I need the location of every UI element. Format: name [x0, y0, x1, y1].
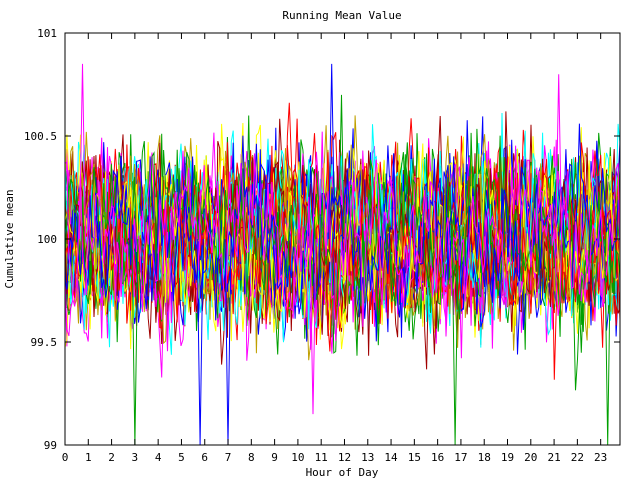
x-tick-label: 14	[384, 451, 398, 464]
x-tick-label: 6	[201, 451, 208, 464]
x-axis-label: Hour of Day	[306, 466, 379, 479]
x-tick-label: 7	[225, 451, 232, 464]
x-tick-label: 2	[108, 451, 115, 464]
chart-title: Running Mean Value	[282, 9, 401, 22]
x-tick-label: 4	[155, 451, 162, 464]
x-tick-label: 16	[431, 451, 444, 464]
x-tick-label: 19	[501, 451, 514, 464]
x-tick-label: 15	[408, 451, 421, 464]
x-tick-label: 11	[315, 451, 328, 464]
x-tick-label: 0	[62, 451, 69, 464]
y-tick-label: 100	[37, 233, 57, 246]
x-tick-label: 21	[547, 451, 560, 464]
x-tick-label: 20	[524, 451, 537, 464]
x-tick-label: 18	[478, 451, 491, 464]
x-tick-label: 17	[454, 451, 467, 464]
y-tick-label: 99	[44, 439, 57, 452]
y-tick-label: 99.5	[31, 336, 58, 349]
y-axis-label: Cumulative mean	[3, 189, 16, 288]
x-tick-label: 3	[132, 451, 139, 464]
x-tick-label: 9	[271, 451, 278, 464]
running-mean-chart: Running Mean Value Cumulative mean Hour …	[3, 9, 621, 479]
x-tick-label: 5	[178, 451, 185, 464]
x-tick-label: 8	[248, 451, 255, 464]
y-tick-label: 100.5	[24, 130, 57, 143]
x-tick-label: 23	[594, 451, 607, 464]
x-tick-label: 12	[338, 451, 351, 464]
x-tick-label: 1	[85, 451, 92, 464]
y-tick-label: 101	[37, 27, 57, 40]
x-tick-label: 22	[571, 451, 584, 464]
series-layer	[64, 63, 621, 446]
x-tick-label: 13	[361, 451, 374, 464]
x-tick-label: 10	[291, 451, 304, 464]
